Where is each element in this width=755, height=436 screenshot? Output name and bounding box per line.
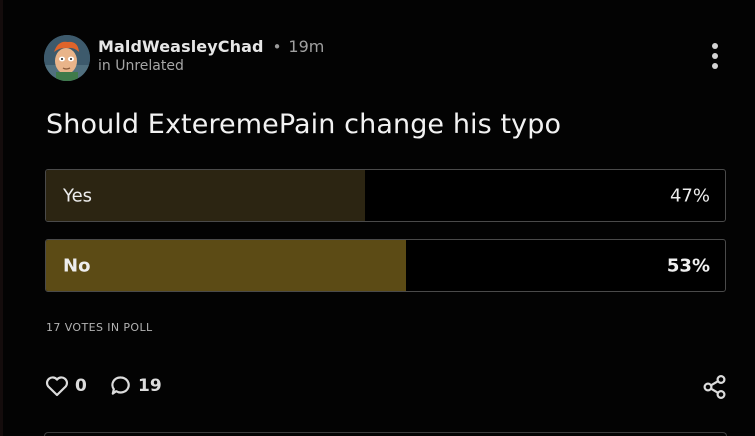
poll-vote-count: 17 VOTES IN POLL — [46, 321, 153, 334]
poll-option-percent: 47% — [669, 185, 710, 206]
kebab-menu-icon[interactable] — [705, 40, 725, 72]
poll-option-yes[interactable]: Yes 47% — [45, 169, 726, 222]
post-age: 19m — [288, 37, 325, 56]
poll-option-fill — [46, 240, 406, 291]
heart-icon — [45, 376, 69, 397]
comment-bubble-icon — [111, 376, 130, 395]
kebab-dot — [712, 53, 718, 59]
avatar-image — [44, 35, 90, 81]
kebab-dot — [712, 63, 718, 69]
comment-button[interactable]: 19 — [110, 373, 162, 399]
community-label[interactable]: in Unrelated — [98, 58, 184, 74]
post-title[interactable]: Should ExteremePain change his typo — [46, 109, 561, 140]
post-card: MaldWeasleyChad • 19m in Unrelated Shoul… — [0, 0, 755, 436]
poll-option-no[interactable]: No 53% — [45, 239, 726, 292]
poll-option-label: No — [63, 255, 91, 276]
share-icon[interactable] — [701, 373, 729, 401]
avatar[interactable] — [44, 35, 90, 81]
poll-option-percent: 53% — [666, 255, 710, 276]
next-post-edge — [44, 432, 727, 436]
comment-count: 19 — [138, 376, 162, 396]
poll-option-label: Yes — [63, 185, 93, 206]
poll-option-fill — [46, 170, 366, 221]
post-meta: MaldWeasleyChad • 19m — [98, 37, 324, 56]
left-rail — [0, 0, 3, 436]
share-glyph — [703, 374, 726, 400]
kebab-dot — [712, 43, 718, 49]
author-name[interactable]: MaldWeasleyChad — [98, 37, 264, 56]
like-button[interactable]: 0 — [45, 373, 87, 399]
meta-separator: • — [272, 38, 282, 56]
like-count: 0 — [75, 376, 87, 396]
